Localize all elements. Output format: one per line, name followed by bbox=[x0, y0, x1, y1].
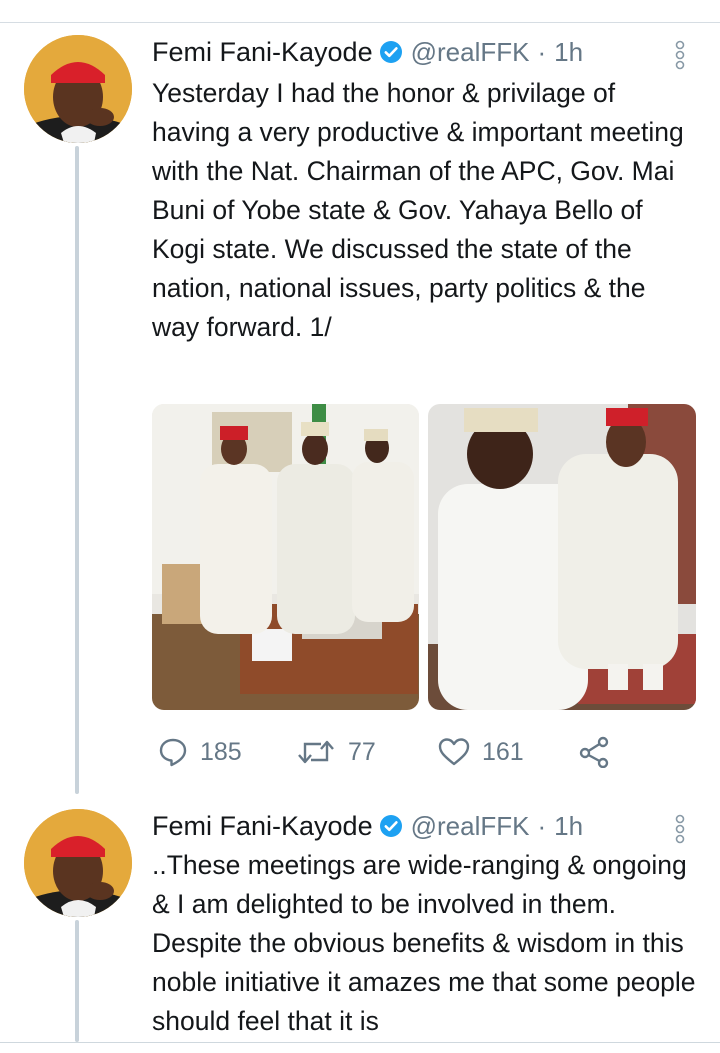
verified-icon bbox=[379, 41, 402, 63]
more-icon[interactable] bbox=[672, 40, 688, 70]
share-icon bbox=[579, 736, 609, 768]
tweet[interactable]: Femi Fani-Kayode @realFFK · 1h ..These m… bbox=[0, 800, 720, 1042]
retweet-button[interactable]: 77 bbox=[296, 732, 376, 772]
more-icon[interactable] bbox=[672, 814, 688, 844]
tweet-text: Yesterday I had the honor & privilage of… bbox=[152, 78, 692, 342]
top-divider bbox=[0, 22, 720, 23]
timestamp[interactable]: 1h bbox=[554, 37, 583, 68]
retweet-icon bbox=[298, 740, 334, 764]
tweet-header: Femi Fani-Kayode @realFFK · 1h bbox=[152, 808, 583, 844]
retweet-count: 77 bbox=[348, 737, 376, 766]
like-count: 161 bbox=[482, 737, 524, 766]
avatar[interactable] bbox=[24, 809, 132, 917]
separator: · bbox=[537, 810, 547, 841]
bottom-divider bbox=[0, 1042, 720, 1043]
author-handle[interactable]: @realFFK bbox=[411, 37, 530, 68]
tweet-actions: 185 77 161 bbox=[152, 732, 712, 772]
timestamp[interactable]: 1h bbox=[554, 811, 583, 842]
reply-icon bbox=[159, 738, 187, 767]
tweet[interactable]: Femi Fani-Kayode @realFFK · 1h Yesterday… bbox=[0, 26, 720, 786]
photo-group-meeting[interactable] bbox=[152, 404, 419, 710]
like-button[interactable]: 161 bbox=[438, 732, 524, 772]
verified-icon bbox=[379, 815, 402, 837]
tweet-header: Femi Fani-Kayode @realFFK · 1h bbox=[152, 34, 583, 70]
author-name[interactable]: Femi Fani-Kayode bbox=[152, 811, 373, 842]
author-name[interactable]: Femi Fani-Kayode bbox=[152, 37, 373, 68]
media-grid bbox=[152, 404, 696, 710]
share-button[interactable] bbox=[578, 732, 610, 772]
tweet-text: ..These meetings are wide-ranging & ongo… bbox=[152, 850, 703, 1036]
reply-button[interactable]: 185 bbox=[158, 732, 242, 772]
avatar[interactable] bbox=[24, 35, 132, 143]
author-handle[interactable]: @realFFK bbox=[411, 811, 530, 842]
like-icon bbox=[438, 738, 470, 766]
reply-count: 185 bbox=[200, 737, 242, 766]
photo-two-men-talking[interactable] bbox=[428, 404, 696, 710]
separator: · bbox=[537, 36, 547, 67]
